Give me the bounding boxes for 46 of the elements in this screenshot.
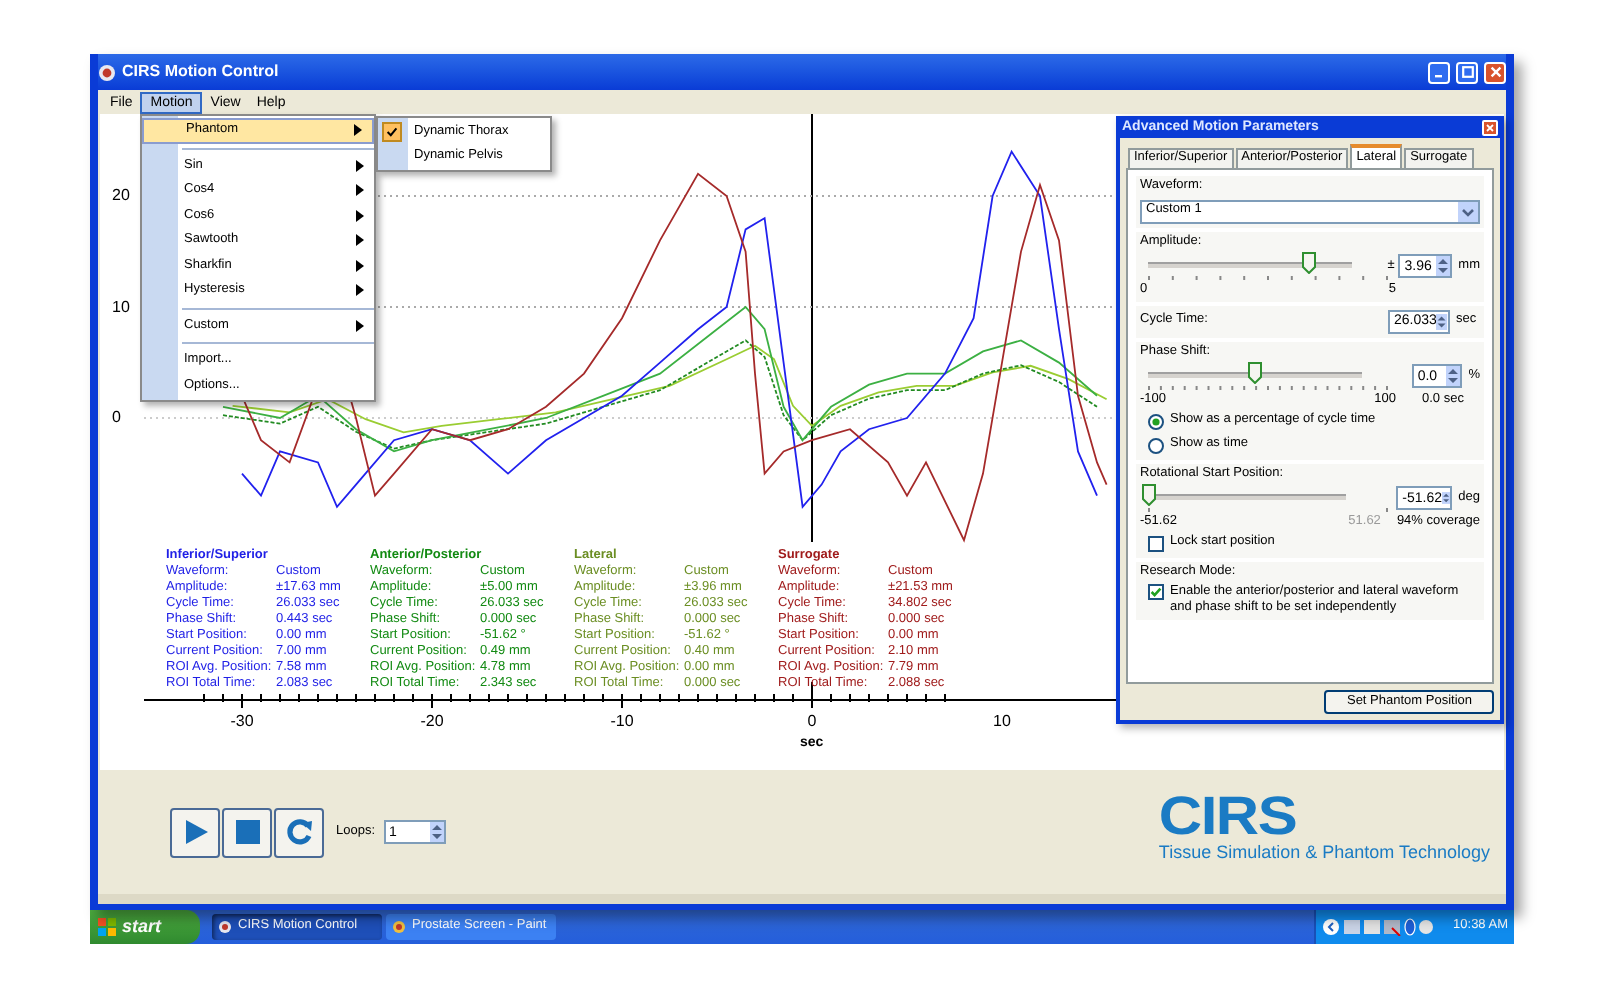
slider-thumb[interactable]	[1141, 484, 1155, 506]
x-tick-label: -10	[608, 714, 636, 730]
y-tick-label: 0	[112, 410, 121, 426]
radio-button[interactable]	[1148, 437, 1164, 453]
x-tick-label: -30	[228, 714, 256, 730]
x-tick-label: 0	[805, 714, 819, 730]
x-tick-label: -20	[418, 714, 446, 730]
submenu-arrow-icon	[354, 124, 362, 137]
play-button[interactable]	[170, 807, 220, 857]
repeat-button[interactable]	[274, 807, 324, 857]
stop-icon	[233, 818, 261, 846]
app-icon	[392, 920, 406, 934]
app-icon	[98, 63, 116, 81]
logo-tagline: Tissue Simulation & Phantom Technology	[1158, 843, 1490, 861]
checkmark-icon	[386, 126, 398, 138]
slider-thumb[interactable]	[1247, 362, 1262, 384]
repeat-icon	[285, 818, 313, 846]
maximize-button[interactable]	[1456, 61, 1478, 83]
spin-arrows-icon[interactable]	[429, 822, 444, 842]
close-button[interactable]	[1484, 61, 1506, 83]
windows-logo-icon	[98, 918, 116, 936]
play-icon	[181, 818, 209, 846]
y-tick-label: 20	[112, 188, 130, 204]
maximize-icon	[1461, 66, 1473, 78]
start-button[interactable]: start	[90, 910, 200, 944]
submenu-arrow-icon	[356, 319, 364, 332]
y-tick-label: 10	[112, 299, 130, 315]
close-icon	[1489, 66, 1501, 78]
spin-arrows-icon[interactable]	[1436, 311, 1448, 331]
spin-arrows-icon[interactable]	[1442, 488, 1451, 508]
slider-thumb[interactable]	[1301, 252, 1316, 274]
close-icon	[1486, 123, 1494, 131]
minimize-button[interactable]	[1428, 61, 1450, 83]
spin-arrows-icon[interactable]	[1436, 256, 1451, 276]
spin-arrows-icon[interactable]	[1446, 366, 1461, 386]
logo-wordmark: CIRS	[1158, 793, 1297, 841]
checkbox[interactable]	[1148, 584, 1164, 600]
close-button[interactable]	[1482, 119, 1498, 135]
app-icon	[218, 920, 232, 934]
checkbox[interactable]	[1148, 535, 1164, 551]
tray-icons-drawing	[1322, 918, 1438, 936]
stop-button[interactable]	[222, 807, 272, 857]
dropdown-icon	[1458, 201, 1478, 221]
radio-button[interactable]	[1148, 413, 1164, 429]
x-tick-label: 10	[991, 714, 1013, 730]
window-title: CIRS Motion Control	[122, 60, 279, 84]
